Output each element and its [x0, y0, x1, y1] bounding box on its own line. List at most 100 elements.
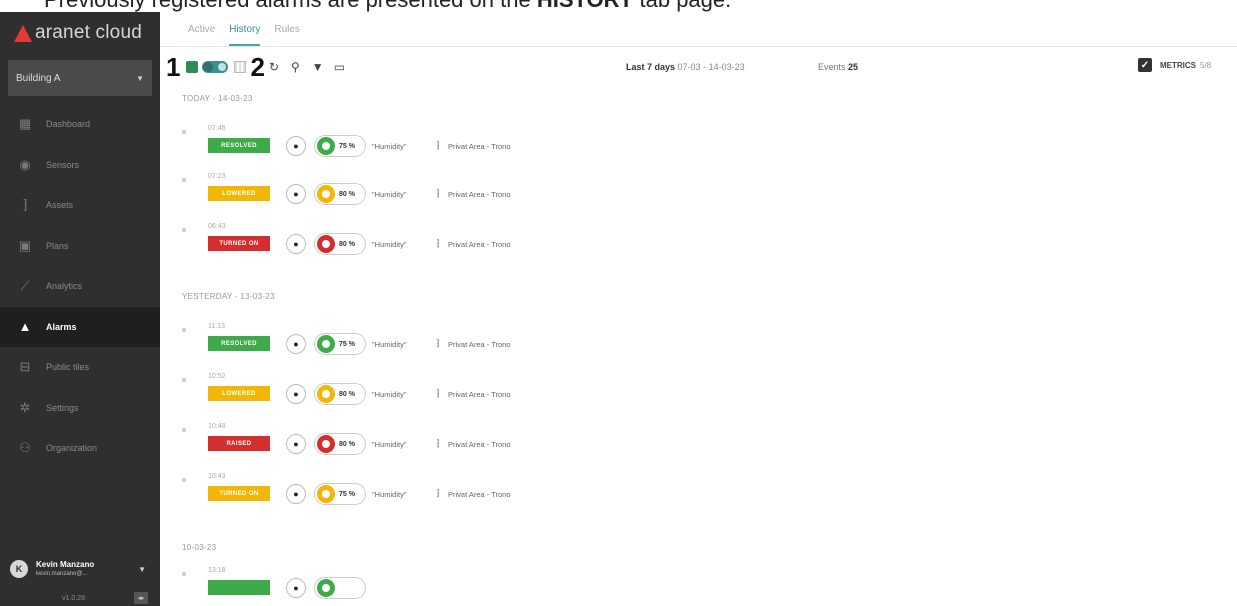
event-row[interactable]: 13:18 ● ⁆: [182, 566, 682, 604]
status-badge: TURNED ON: [208, 486, 270, 501]
avatar: K: [10, 560, 28, 578]
event-row[interactable]: 10:43 TURNED ON ● 75 % "Humidity" ⁆ Priv…: [182, 472, 682, 510]
event-value: 75 %: [339, 340, 355, 348]
status-ring-icon: [317, 137, 335, 155]
humidity-drop-icon: ●: [286, 484, 306, 504]
history-toolbar: 1 2 ↻ ⚲ ▼ ▭: [166, 52, 345, 82]
tab-active[interactable]: Active: [188, 24, 215, 46]
status-badge: RESOLVED: [208, 336, 270, 351]
plan-icon: ▣: [18, 237, 32, 253]
value-pill: 75 %: [314, 483, 366, 505]
tabs-divider: [160, 46, 1237, 47]
status-ring-icon: [317, 485, 335, 503]
event-row[interactable]: 10:48 RAISED ● 80 % "Humidity" ⁆ Privat …: [182, 422, 682, 460]
timeline-dot: [182, 130, 186, 134]
list-view-icon[interactable]: [186, 61, 199, 73]
timeline-dot: [182, 478, 186, 482]
value-pill: [314, 577, 366, 599]
event-time: 10:52: [208, 373, 226, 380]
humidity-drop-icon: ●: [286, 334, 306, 354]
group-label-yesterday: YESTERDAY - 13-03-23: [182, 292, 275, 301]
collapse-sidebar-icon[interactable]: ◂▸: [134, 592, 148, 604]
humidity-drop-icon: ●: [286, 234, 306, 254]
event-row[interactable]: 06:43 TURNED ON ● 80 % "Humidity" ⁆ Priv…: [182, 222, 682, 260]
view-toggle[interactable]: [202, 61, 229, 73]
value-pill: 80 %: [314, 233, 366, 255]
sidebar-item-label: Analytics: [46, 281, 83, 292]
calendar-icon[interactable]: ▭: [334, 60, 345, 74]
sidebar-item-public-tiles[interactable]: ⊟ Public tiles: [0, 347, 160, 388]
value-pill: 80 %: [314, 433, 366, 455]
logo-text: aranet cloud: [35, 22, 142, 43]
event-time: 13:18: [208, 567, 226, 574]
humidity-drop-icon: ●: [286, 136, 306, 156]
status-ring-icon: [317, 579, 335, 597]
sidebar-item-sensors[interactable]: ◉ Sensors: [0, 145, 160, 186]
annotation-marker-1: 1: [166, 52, 181, 82]
alarm-tabs: Active History Rules: [188, 24, 314, 46]
sidebar-item-assets[interactable]: ⁆ Assets: [0, 185, 160, 226]
timeline-dot: [182, 572, 186, 576]
sidebar-item-plans[interactable]: ▣ Plans: [0, 226, 160, 267]
sidebar-item-organization[interactable]: ⚇ Organization: [0, 428, 160, 469]
public-tiles-icon: ⊟: [19, 359, 31, 375]
status-badge: RAISED: [208, 436, 270, 451]
value-pill: 75 %: [314, 135, 366, 157]
status-badge: RESOLVED: [208, 138, 270, 153]
search-icon[interactable]: ⚲: [291, 60, 300, 74]
sidebar-item-dashboard[interactable]: ▦ Dashboard: [0, 104, 160, 145]
sidebar-item-settings[interactable]: ✲ Settings: [0, 388, 160, 429]
event-row[interactable]: 07:46 RESOLVED ● 75 % "Humidity" ⁆ Priva…: [182, 124, 682, 162]
event-value: 80 %: [339, 440, 355, 448]
event-value: 75 %: [339, 490, 355, 498]
date-range[interactable]: Last 7 days 07-03 - 14-03-23: [626, 62, 745, 72]
sidebar-item-alarms[interactable]: ▲ Alarms: [0, 306, 160, 347]
timeline-dot: [182, 228, 186, 232]
document-caption: Previously registered alarms are present…: [0, 0, 1237, 12]
metrics-button[interactable]: ✓ METRICS 5/8: [1138, 58, 1211, 72]
area-name: Privat Area - Trono: [448, 340, 511, 349]
filter-icon[interactable]: ▼: [312, 60, 324, 74]
area-name: Privat Area - Trono: [448, 142, 511, 151]
event-time: 11:13: [208, 323, 225, 330]
sidebar-item-label: Alarms: [46, 321, 77, 332]
user-email: kevin.manzano@...: [36, 571, 88, 577]
timeline-dot: [182, 378, 186, 382]
tab-rules[interactable]: Rules: [274, 24, 300, 46]
metric-name: "Humidity": [372, 490, 407, 499]
timeline-dot: [182, 428, 186, 432]
metric-name: "Humidity": [372, 240, 407, 249]
app-logo[interactable]: aranet cloud: [14, 20, 142, 46]
location-pin-icon: ⁆: [436, 188, 440, 198]
event-row[interactable]: 11:13 RESOLVED ● 75 % "Humidity" ⁆ Priva…: [182, 322, 682, 360]
asset-icon: ⁆: [22, 197, 28, 213]
event-value: 80 %: [339, 240, 355, 248]
event-row[interactable]: 10:52 LOWERED ● 80 % "Humidity" ⁆ Privat…: [182, 372, 682, 410]
status-ring-icon: [317, 435, 335, 453]
sidebar-item-label: Settings: [46, 402, 79, 413]
alarm-icon: ▲: [18, 319, 32, 335]
status-badge: TURNED ON: [208, 236, 270, 251]
table-view-icon[interactable]: [234, 61, 247, 73]
area-name: Privat Area - Trono: [448, 490, 511, 499]
refresh-icon[interactable]: ↻: [269, 60, 279, 74]
tab-history[interactable]: History: [229, 24, 261, 46]
events-label: Events: [818, 62, 846, 72]
value-pill: 80 %: [314, 183, 366, 205]
event-time: 07:46: [208, 125, 226, 132]
building-selector[interactable]: Building A ▼: [8, 60, 152, 96]
humidity-drop-icon: ●: [286, 434, 306, 454]
sidebar-item-analytics[interactable]: ⟋ Analytics: [0, 266, 160, 307]
gear-icon: ✲: [19, 399, 31, 415]
event-value: 75 %: [339, 142, 355, 150]
group-label-today: TODAY - 14-03-23: [182, 94, 253, 103]
sidebar-item-label: Dashboard: [46, 119, 91, 130]
checkbox-icon: ✓: [1138, 58, 1152, 72]
event-row[interactable]: 07:23 LOWERED ● 80 % "Humidity" ⁆ Privat…: [182, 172, 682, 210]
sensor-icon: ◉: [19, 156, 31, 172]
user-menu[interactable]: K Kevin Manzano kevin.manzano@... ▼: [10, 552, 154, 586]
date-range-label: Last 7 days: [626, 62, 676, 72]
event-time: 06:43: [208, 223, 226, 230]
humidity-drop-icon: ●: [286, 578, 306, 598]
location-pin-icon: ⁆: [436, 488, 440, 498]
